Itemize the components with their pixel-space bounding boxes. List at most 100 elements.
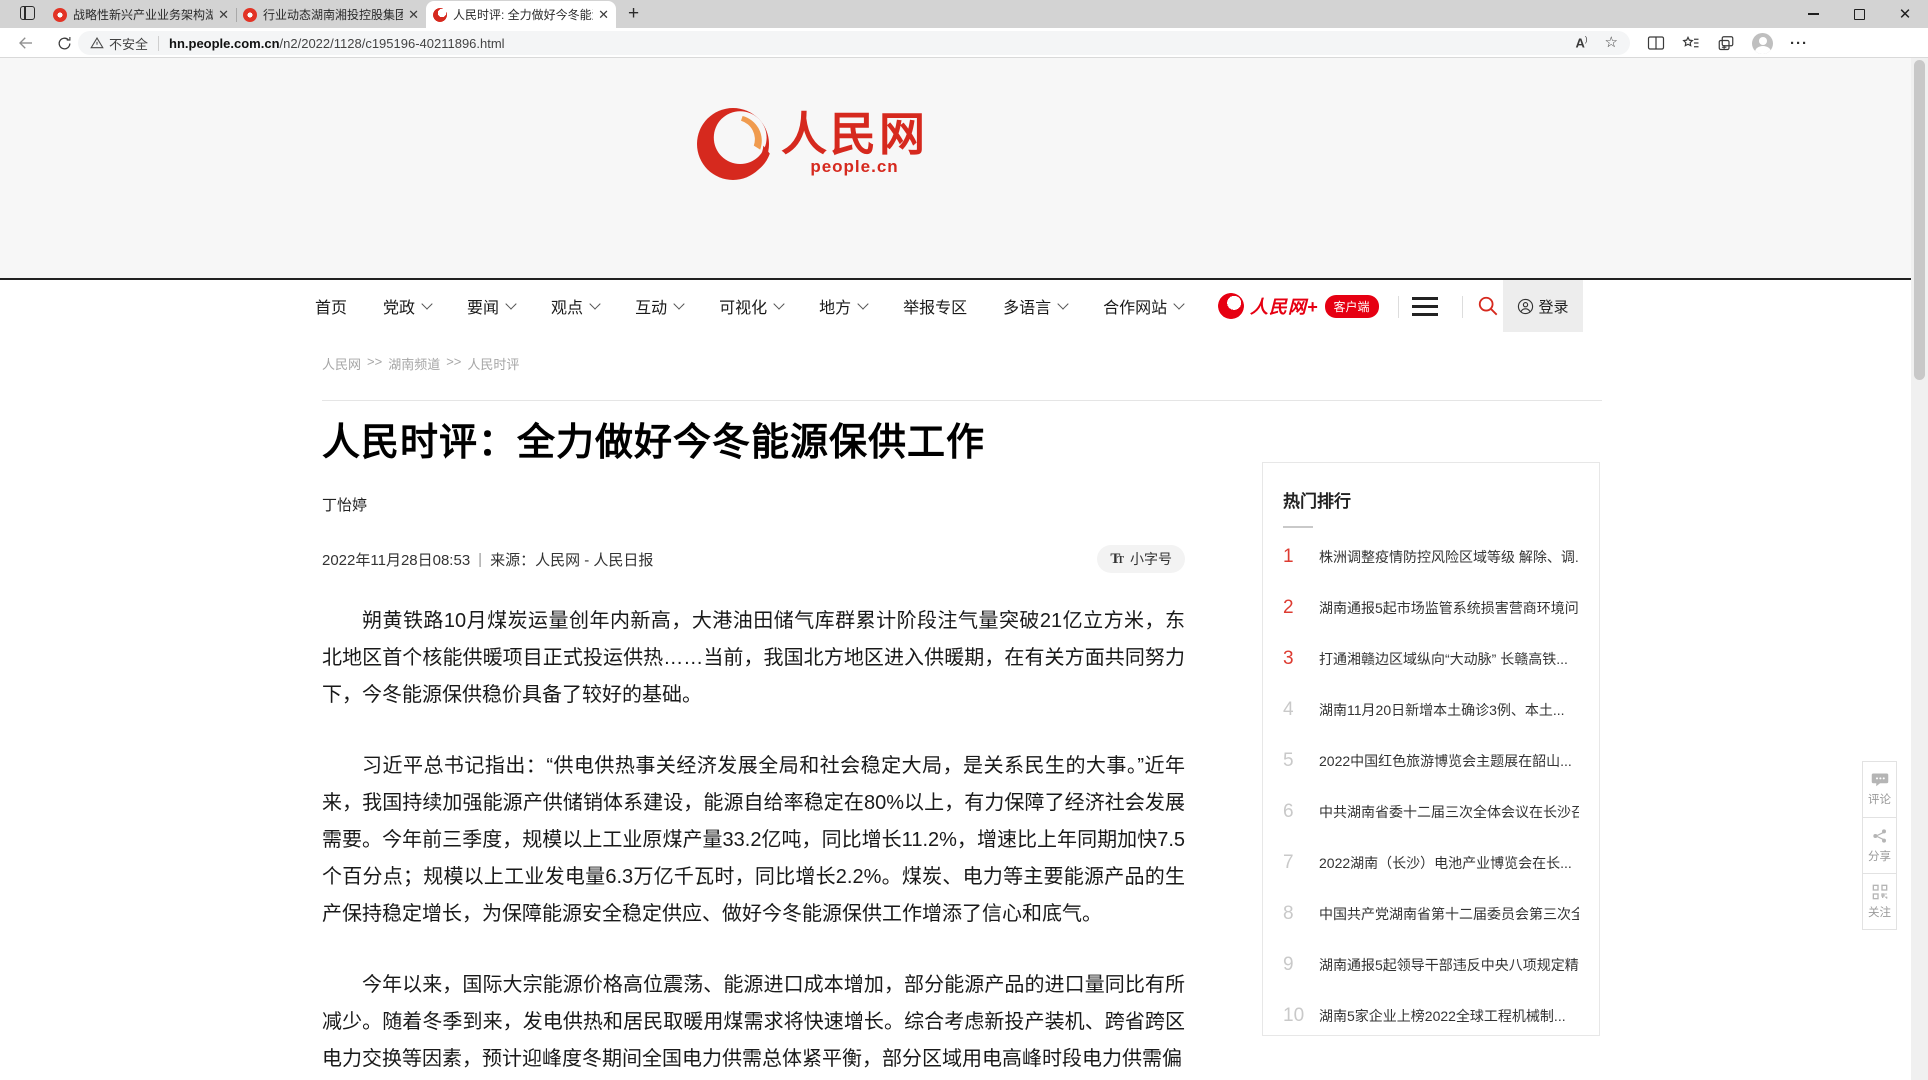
nav-item[interactable]: 可视化 — [719, 294, 783, 318]
app-client-badge[interactable]: 人民网+ 客户端 — [1218, 293, 1379, 319]
ranking-item[interactable]: 6 中共湖南省委十二届三次全体会议在长沙召开 — [1283, 801, 1579, 825]
nav-item[interactable]: 观点 — [551, 294, 599, 318]
tab-actions-icon[interactable] — [20, 6, 35, 20]
ranking-item[interactable]: 3 打通湘赣边区域纵向“大动脉” 长赣高铁... — [1283, 648, 1579, 672]
ranking-number: 3 — [1283, 648, 1309, 670]
close-button[interactable]: ✕ — [1882, 0, 1928, 28]
breadcrumb-link[interactable]: 人民网 — [322, 354, 361, 373]
minimize-button[interactable] — [1790, 0, 1836, 28]
ranking-text: 湖南通报5起市场监管系统损害营商环境问... — [1319, 597, 1579, 619]
comment-icon — [1871, 772, 1889, 787]
address-bar[interactable]: 不安全 hn.people.com.cn/n2/2022/1128/c19519… — [78, 31, 1630, 55]
font-size-label: 小字号 — [1130, 549, 1172, 569]
site-logo[interactable]: 人民网 people.cn — [693, 104, 928, 184]
window-controls: ✕ — [1790, 0, 1928, 28]
chevron-down-icon — [1173, 298, 1184, 309]
ranking-number: 1 — [1283, 546, 1309, 568]
nav-item[interactable]: 互动 — [635, 294, 683, 318]
nav-item-label: 首页 — [315, 294, 347, 318]
tab-favicon — [243, 8, 257, 22]
browser-tab[interactable]: 行业动态湖南湘投控股集团有限公 ✕ — [236, 1, 426, 28]
login-button[interactable]: 登录 — [1503, 280, 1583, 332]
browser-tab[interactable]: 人民时评: 全力做好今冬能源保供 ✕ — [426, 1, 616, 28]
chevron-down-icon — [421, 298, 432, 309]
browser-tab-strip: 战略性新兴产业业务架构湖南湘投 ✕ 行业动态湖南湘投控股集团有限公 ✕ 人民时评… — [0, 0, 1928, 28]
ranking-item[interactable]: 10 湖南5家企业上榜2022全球工程机械制... — [1283, 1005, 1579, 1029]
chevron-down-icon — [589, 298, 600, 309]
follow-button[interactable]: 关注 — [1862, 873, 1897, 930]
source-link[interactable]: 人民网 - 人民日报 — [535, 552, 653, 569]
app-badge-pill: 客户端 — [1325, 295, 1379, 318]
tab-close-icon[interactable]: ✕ — [408, 8, 419, 21]
article-paragraph: 今年以来，国际大宗能源价格高位震荡、能源进口成本增加，部分能源产品的进口量同比有… — [322, 967, 1185, 1078]
article-meta: 2022年11月28日08:53 | 来源： 人民网 - 人民日报 TT 小字号 — [322, 545, 1185, 573]
tab-title: 战略性新兴产业业务架构湖南湘投 — [73, 6, 213, 23]
chevron-down-icon — [1057, 298, 1068, 309]
comment-button[interactable]: 评论 — [1862, 761, 1897, 818]
ranking-item[interactable]: 8 中国共产党湖南省第十二届委员会第三次全... — [1283, 903, 1579, 927]
settings-menu-icon[interactable]: ··· — [1790, 35, 1808, 52]
ranking-item[interactable]: 5 2022中国红色旅游博览会主题展在韶山... — [1283, 750, 1579, 774]
nav-item-label: 互动 — [635, 294, 667, 318]
breadcrumb-link[interactable]: 湖南频道 — [388, 354, 440, 373]
ranking-item[interactable]: 9 湖南通报5起领导干部违反中央八项规定精... — [1283, 954, 1579, 978]
address-divider — [158, 36, 159, 51]
tab-title: 人民时评: 全力做好今冬能源保供 — [453, 6, 593, 23]
menu-icon[interactable] — [1412, 297, 1438, 321]
page-scrollbar[interactable] — [1911, 58, 1928, 1080]
article-body: 朔黄铁路10月煤炭运量创年内新高，大港油田储气库群累计阶段注气量突破21亿立方米… — [322, 603, 1185, 1078]
ranking-item[interactable]: 4 湖南11月20日新增本土确诊3例、本土... — [1283, 699, 1579, 723]
read-aloud-icon[interactable]: A) — [1575, 35, 1587, 50]
security-warning-icon — [90, 36, 104, 50]
favorite-add-icon[interactable]: ☆ — [1605, 35, 1618, 50]
collections-add-icon[interactable] — [1717, 35, 1735, 52]
ranking-text: 中共湖南省委十二届三次全体会议在长沙召开 — [1319, 801, 1579, 823]
restore-button[interactable] — [1836, 0, 1882, 28]
ranking-text: 打通湘赣边区域纵向“大动脉” 长赣高铁... — [1319, 648, 1568, 670]
breadcrumb-link[interactable]: 人民时评 — [467, 354, 519, 373]
nav-item-label: 地方 — [819, 294, 851, 318]
nav-item[interactable]: 党政 — [383, 294, 431, 318]
float-toolbar: 评论 分享 关注 — [1862, 762, 1897, 930]
app-badge-brand: 人民网+ — [1250, 293, 1319, 319]
ranking-item[interactable]: 2 湖南通报5起市场监管系统损害营商环境问... — [1283, 597, 1579, 621]
ranking-number: 6 — [1283, 801, 1309, 823]
browser-tab[interactable]: 战略性新兴产业业务架构湖南湘投 ✕ — [46, 1, 236, 28]
qrcode-icon — [1872, 884, 1888, 900]
ranking-text: 湖南通报5起领导干部违反中央八项规定精... — [1319, 954, 1579, 976]
nav-item[interactable]: 举报专区 — [903, 294, 967, 318]
refresh-icon[interactable] — [52, 31, 76, 55]
browser-toolbar: 不安全 hn.people.com.cn/n2/2022/1128/c19519… — [0, 28, 1928, 58]
meta-separator: | — [478, 551, 482, 568]
security-chip[interactable]: 不安全 — [90, 34, 148, 53]
tab-close-icon[interactable]: ✕ — [598, 8, 609, 21]
nav-items: 首页 党政 要闻 观点 互动 — [315, 280, 1183, 332]
peoplecn-plus-icon — [1218, 293, 1244, 319]
share-button[interactable]: 分享 — [1862, 817, 1897, 874]
tab-close-icon[interactable]: ✕ — [218, 8, 229, 21]
ranking-item[interactable]: 7 2022湖南（长沙）电池产业博览会在长... — [1283, 852, 1579, 876]
chevron-down-icon — [673, 298, 684, 309]
title-underbar — [1283, 526, 1313, 528]
ranking-number: 4 — [1283, 699, 1309, 721]
article-paragraph: 朔黄铁路10月煤炭运量创年内新高，大港油田储气库群累计阶段注气量突破21亿立方米… — [322, 603, 1185, 714]
nav-item[interactable]: 首页 — [315, 294, 347, 318]
breadcrumb-separator: >> — [446, 354, 461, 373]
nav-item[interactable]: 多语言 — [1003, 294, 1067, 318]
nav-item[interactable]: 要闻 — [467, 294, 515, 318]
ranking-item[interactable]: 1 株洲调整疫情防控风险区域等级 解除、调... — [1283, 546, 1579, 570]
font-size-button[interactable]: TT 小字号 — [1097, 545, 1185, 573]
breadcrumb-rule — [322, 400, 1602, 401]
back-icon[interactable] — [14, 31, 38, 55]
follow-label: 关注 — [1868, 904, 1891, 920]
profile-avatar[interactable] — [1752, 33, 1773, 54]
new-tab-button[interactable]: + — [628, 3, 639, 25]
search-icon[interactable] — [1477, 295, 1499, 322]
split-screen-icon[interactable] — [1647, 35, 1665, 51]
favorites-hub-icon[interactable] — [1682, 35, 1700, 51]
nav-item[interactable]: 合作网站 — [1103, 294, 1183, 318]
scrollbar-thumb[interactable] — [1914, 60, 1925, 380]
source-label: 来源： — [490, 549, 535, 570]
url-path: /n2/2022/1128/c195196-40211896.html — [280, 36, 505, 51]
nav-item[interactable]: 地方 — [819, 294, 867, 318]
